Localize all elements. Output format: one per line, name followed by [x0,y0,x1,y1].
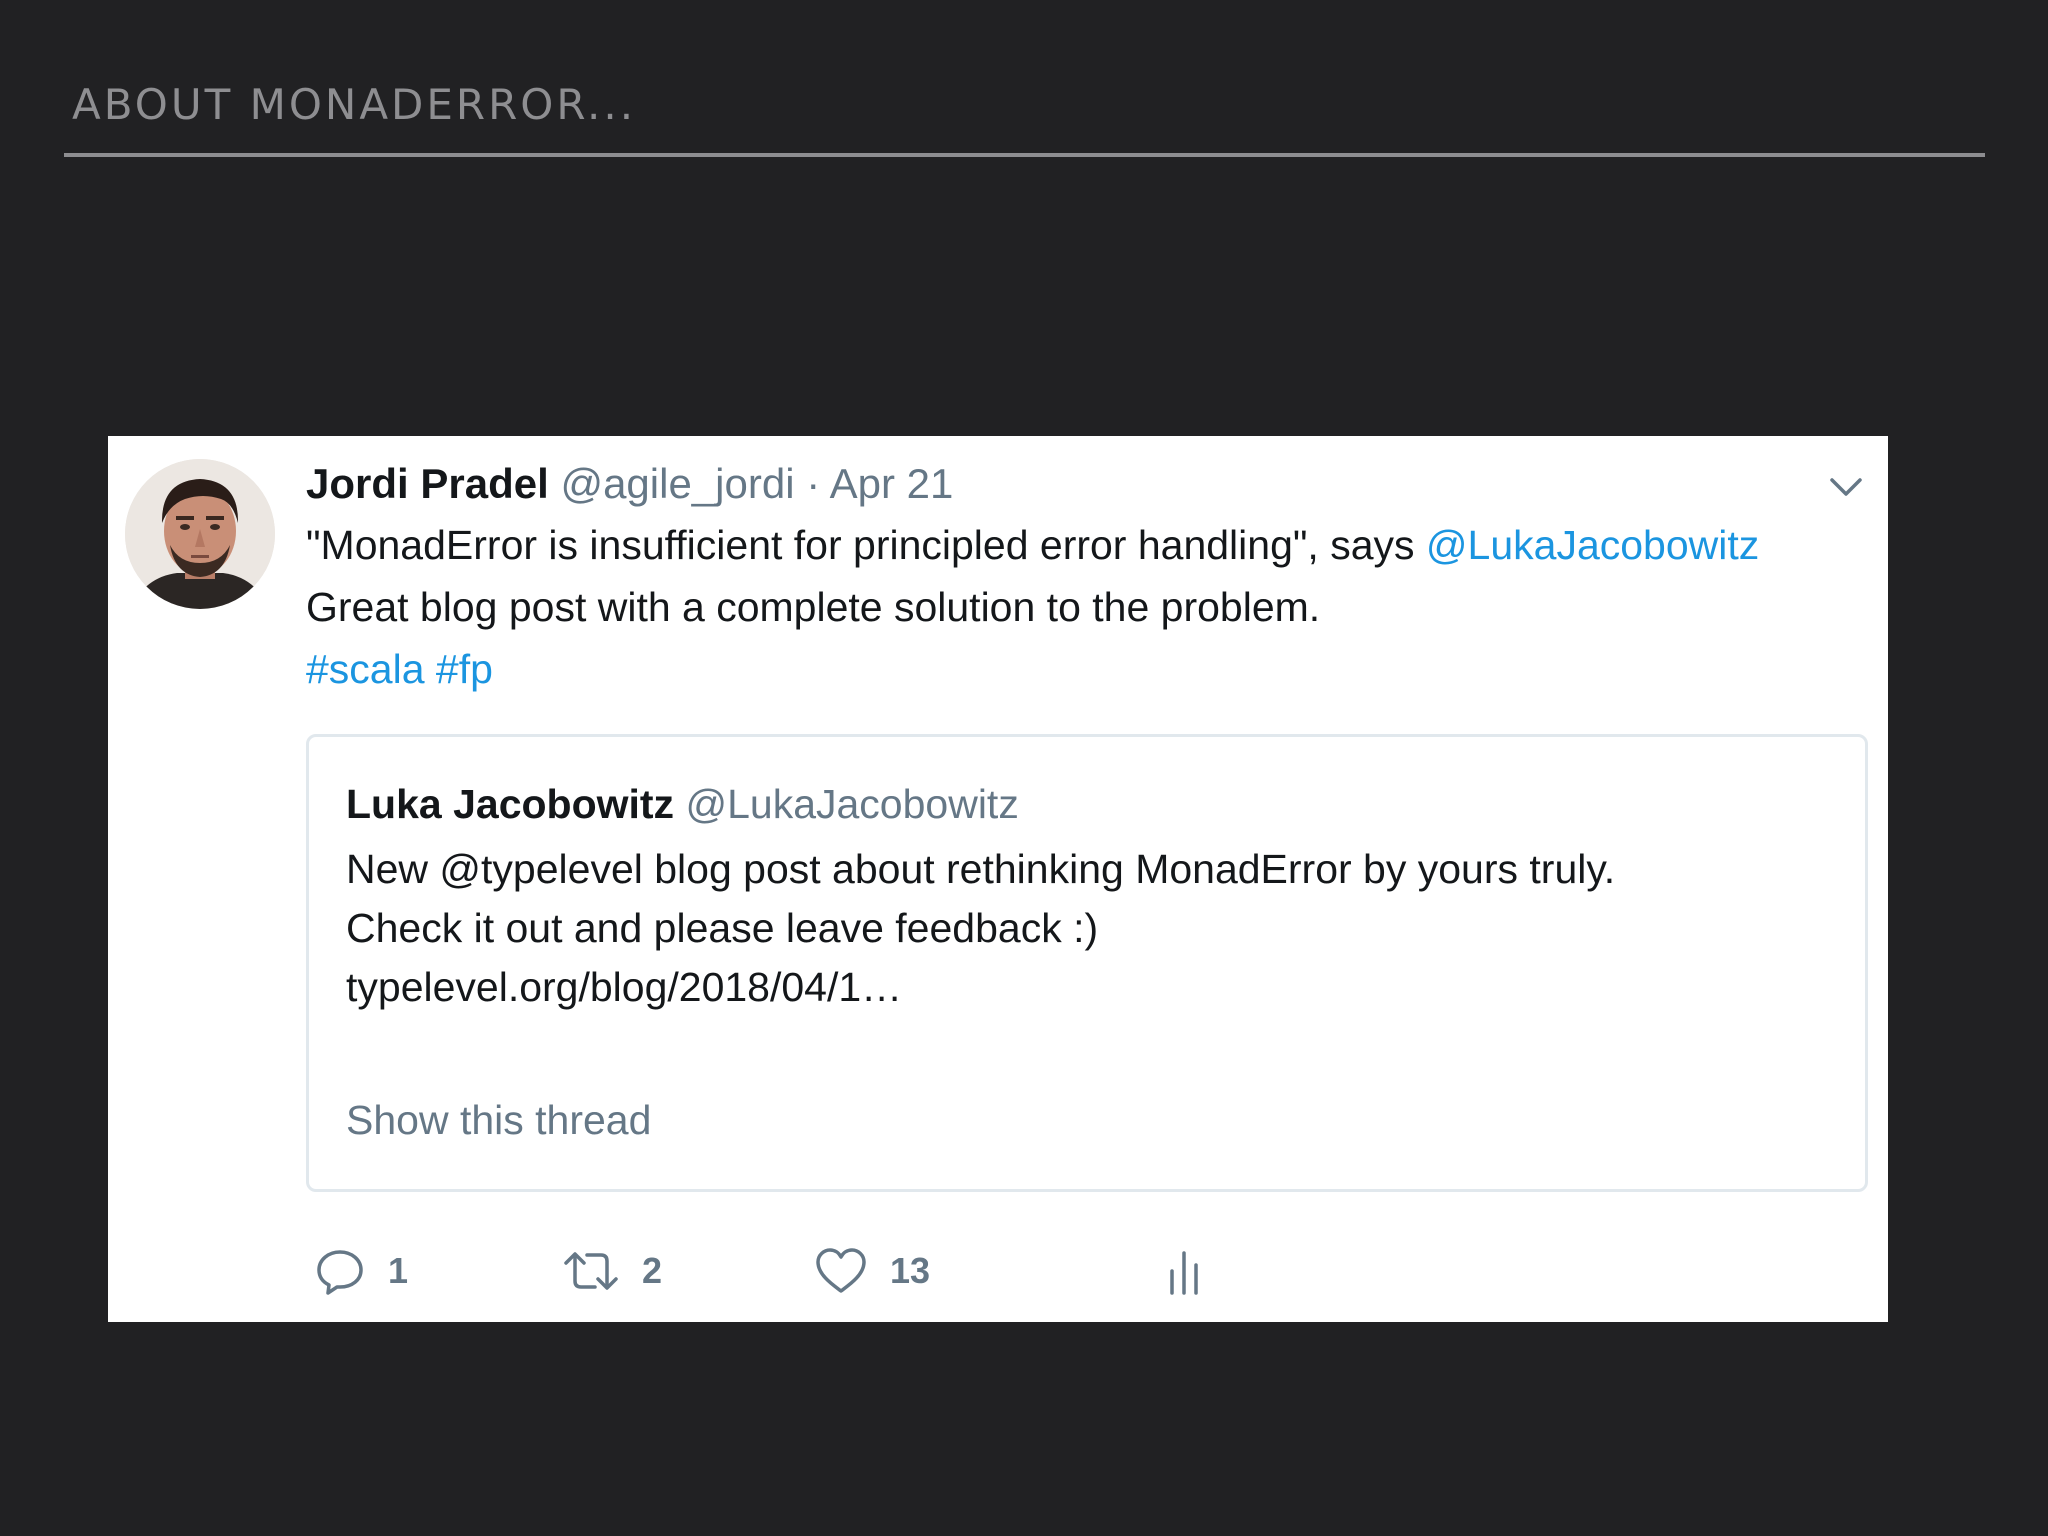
author-name[interactable]: Jordi Pradel [306,460,549,507]
heart-icon [816,1248,866,1293]
quoted-text-line: New @typelevel blog post about rethinkin… [346,846,1616,892]
quoted-text: New @typelevel blog post about rethinkin… [346,840,1615,1017]
analytics-button[interactable] [1164,1236,1204,1306]
quoted-author-handle: @LukaJacobowitz [685,781,1019,827]
chevron-down-icon [1830,478,1862,496]
tweet-text-line: Great blog post with a complete solution… [306,584,1321,630]
tweet-header: Jordi Pradel @agile_jordi · Apr 21 [306,458,953,510]
retweet-button[interactable]: 2 [562,1236,662,1306]
quoted-author-name: Luka Jacobowitz [346,781,675,827]
tweet-text: "MonadError is insufficient for principl… [306,514,1759,700]
analytics-icon [1170,1251,1198,1295]
retweet-count: 2 [642,1250,663,1291]
quoted-tweet[interactable]: Luka Jacobowitz @LukaJacobowitz New @typ… [306,734,1868,1192]
avatar-image [125,459,275,609]
reply-button[interactable]: 1 [314,1236,408,1306]
mention-link[interactable]: @LukaJacobowitz [1426,522,1759,568]
hashtag-link[interactable]: #fp [436,646,493,692]
retweet-icon [564,1252,618,1290]
hashtag-line: #scala #fp [306,638,1759,700]
reply-count: 1 [388,1250,409,1291]
like-button[interactable]: 13 [814,1236,930,1306]
avatar[interactable] [125,459,275,609]
like-count: 13 [890,1250,931,1291]
tweet-text-line: "MonadError is insufficient for principl… [306,514,1759,576]
show-thread-link[interactable]: Show this thread [346,1095,651,1145]
quoted-header: Luka Jacobowitz @LukaJacobowitz [346,779,1019,829]
tweet-menu-button[interactable] [1826,466,1866,506]
hashtag-link[interactable]: #scala [306,646,425,692]
tweet-text-start: "MonadError is insufficient for principl… [306,522,1426,568]
separator-dot: · [806,460,821,507]
reply-icon [317,1250,363,1295]
tweet-actions: 1 2 13 [314,1236,1314,1306]
quoted-text-line: Check it out and please leave feedback :… [346,905,1099,951]
slide-title: ABOUT MONADERROR... [72,80,637,129]
title-divider [64,153,1985,157]
quoted-link[interactable]: typelevel.org/blog/2018/04/1… [346,958,1615,1017]
tweet-card[interactable]: Jordi Pradel @agile_jordi · Apr 21 "Mona… [108,436,1888,1322]
author-handle[interactable]: @agile_jordi [560,460,794,507]
tweet-date[interactable]: Apr 21 [830,460,954,507]
